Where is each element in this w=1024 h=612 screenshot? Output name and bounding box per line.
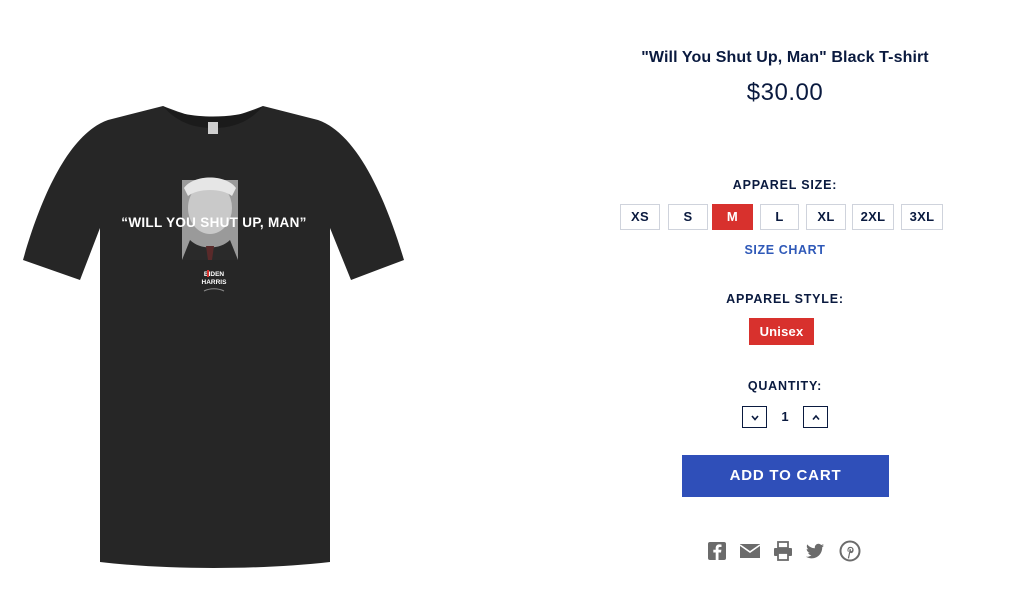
pinterest-icon[interactable] xyxy=(839,540,861,562)
size-option-xs[interactable]: XS xyxy=(620,204,660,230)
size-option-3xl[interactable]: 3XL xyxy=(901,204,943,230)
facebook-icon[interactable] xyxy=(706,540,728,562)
share-icons xyxy=(706,540,866,564)
size-option-m[interactable]: M xyxy=(712,204,753,230)
apparel-size-label: APPAREL SIZE: xyxy=(732,178,838,192)
print-icon[interactable] xyxy=(772,540,794,562)
quantity-increase-button[interactable] xyxy=(803,406,828,428)
twitter-icon[interactable] xyxy=(804,540,826,562)
size-option-2xl[interactable]: 2XL xyxy=(852,204,894,230)
size-chart-link[interactable]: SIZE CHART xyxy=(560,243,1010,257)
apparel-style-label: APPAREL STYLE: xyxy=(726,292,844,306)
quantity-stepper: 1 xyxy=(742,406,828,428)
quantity-input[interactable]: 1 xyxy=(767,406,803,428)
tshirt-shape xyxy=(23,106,404,568)
chevron-down-icon xyxy=(751,415,759,421)
size-option-xl[interactable]: XL xyxy=(806,204,846,230)
biden-logo-line2: HARRIS xyxy=(202,279,228,286)
email-icon[interactable] xyxy=(739,540,761,562)
size-option-s[interactable]: S xyxy=(668,204,708,230)
style-option-unisex[interactable]: Unisex xyxy=(749,318,814,345)
size-options: XS S M L XL 2XL 3XL xyxy=(620,204,944,230)
product-title: "Will You Shut Up, Man" Black T-shirt xyxy=(641,49,929,66)
biden-logo-line1: BIDEN xyxy=(204,271,225,278)
quantity-label: QUANTITY: xyxy=(747,379,823,393)
product-image[interactable]: “WILL YOU SHUT UP, MAN” BIDEN HARRIS xyxy=(18,100,410,576)
add-to-cart-button[interactable]: ADD TO CART xyxy=(682,455,889,497)
product-price: $30.00 xyxy=(746,79,824,106)
size-option-l[interactable]: L xyxy=(760,204,799,230)
quantity-decrease-button[interactable] xyxy=(742,406,767,428)
shirt-quote-text: “WILL YOU SHUT UP, MAN” xyxy=(121,215,306,230)
chevron-up-icon xyxy=(812,414,820,421)
product-details: "Will You Shut Up, Man" Black T-shirt $3… xyxy=(560,0,1010,612)
